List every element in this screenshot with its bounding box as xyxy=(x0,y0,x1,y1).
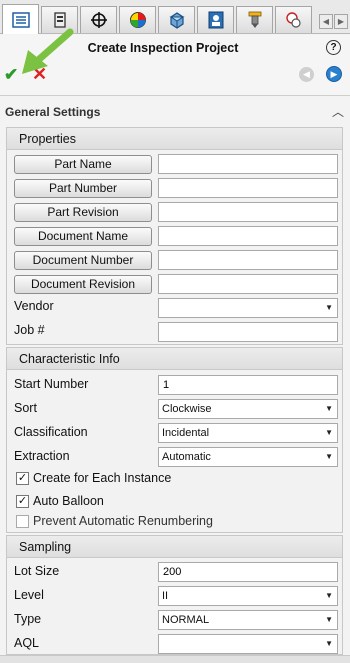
document-name-button[interactable]: Document Name xyxy=(14,227,152,246)
create-each-instance-checkbox[interactable]: ✓ xyxy=(16,472,29,485)
dropdown-arrow-icon: ▼ xyxy=(325,615,333,624)
checkmark-icon: ✓ xyxy=(17,495,28,507)
tab-scroll-arrows: ◀ ▶ xyxy=(319,14,348,29)
dropdown-arrow-icon: ▼ xyxy=(325,404,333,413)
classification-value: Incidental xyxy=(162,427,210,439)
collapse-chevron-icon[interactable]: ︿ xyxy=(332,103,344,120)
previous-page-icon[interactable]: ◀ xyxy=(299,67,314,82)
document-revision-field[interactable] xyxy=(158,274,338,294)
sort-select[interactable]: Clockwise ▼ xyxy=(158,399,338,419)
sort-label: Sort xyxy=(14,401,37,415)
dropdown-arrow-icon: ▼ xyxy=(325,639,333,648)
job-number-field[interactable] xyxy=(158,322,338,342)
crosshair-icon xyxy=(90,12,107,28)
type-select[interactable]: NORMAL ▼ xyxy=(158,610,338,630)
property-manager-icon xyxy=(53,12,66,28)
auto-balloon-label: Auto Balloon xyxy=(33,494,104,508)
dropdown-arrow-icon: ▼ xyxy=(325,591,333,600)
type-value: NORMAL xyxy=(162,614,210,626)
document-number-field[interactable] xyxy=(158,250,338,270)
header-divider xyxy=(0,95,350,96)
document-revision-button[interactable]: Document Revision xyxy=(14,275,152,294)
type-label: Type xyxy=(14,612,42,626)
inspection-icon xyxy=(208,11,223,29)
general-settings-title: General Settings xyxy=(5,105,101,119)
tab-scroll-right-icon[interactable]: ▶ xyxy=(334,14,348,29)
bottom-edge xyxy=(0,655,350,663)
tab-configuration[interactable] xyxy=(80,6,117,33)
appearance-icon xyxy=(129,12,146,28)
extraction-value: Automatic xyxy=(162,451,211,463)
part-revision-field[interactable] xyxy=(158,202,338,222)
part-name-field[interactable] xyxy=(158,154,338,174)
dropdown-arrow-icon: ▼ xyxy=(325,452,333,461)
dropdown-arrow-icon: ▼ xyxy=(325,303,333,312)
properties-group-title: Properties xyxy=(7,128,342,150)
extraction-label: Extraction xyxy=(14,449,70,463)
auto-balloon-checkbox[interactable]: ✓ xyxy=(16,495,29,508)
general-settings-header[interactable]: General Settings ︿ xyxy=(0,101,350,123)
document-name-field[interactable] xyxy=(158,226,338,246)
part-number-field[interactable] xyxy=(158,178,338,198)
start-number-label: Start Number xyxy=(14,377,89,391)
part-name-button[interactable]: Part Name xyxy=(14,155,152,174)
vendor-select[interactable]: ▼ xyxy=(158,298,338,318)
part-revision-button[interactable]: Part Revision xyxy=(14,203,152,222)
classification-select[interactable]: Incidental ▼ xyxy=(158,423,338,443)
prevent-renumbering-label: Prevent Automatic Renumbering xyxy=(33,514,213,528)
lot-size-label: Lot Size xyxy=(14,564,60,578)
feature-tree-icon xyxy=(11,11,30,28)
tab-probe[interactable] xyxy=(236,6,273,33)
job-number-label: Job # xyxy=(14,323,45,337)
classification-label: Classification xyxy=(14,425,88,439)
dimxpert-icon xyxy=(168,12,185,29)
vendor-label: Vendor xyxy=(14,299,54,313)
tab-scroll-left-icon[interactable]: ◀ xyxy=(319,14,333,29)
sampling-title: Sampling xyxy=(7,536,342,558)
dropdown-arrow-icon: ▼ xyxy=(325,428,333,437)
sort-value: Clockwise xyxy=(162,403,212,415)
ok-check-icon[interactable]: ✔ xyxy=(4,65,18,85)
next-page-icon[interactable]: ▶ xyxy=(326,66,342,82)
document-number-button[interactable]: Document Number xyxy=(14,251,152,270)
prevent-renumbering-checkbox[interactable] xyxy=(16,515,29,528)
lot-size-field[interactable] xyxy=(158,562,338,582)
balloon-icon xyxy=(285,12,301,28)
aql-label: AQL xyxy=(14,636,40,650)
aql-select[interactable]: ▼ xyxy=(158,634,338,654)
checkmark-icon: ✓ xyxy=(17,472,28,484)
annotation-arrow-icon xyxy=(22,28,74,74)
characteristic-info-title: Characteristic Info xyxy=(7,348,342,370)
tab-inspection[interactable] xyxy=(197,6,234,33)
extraction-select[interactable]: Automatic ▼ xyxy=(158,447,338,467)
tab-appearance[interactable] xyxy=(119,6,156,33)
start-number-field[interactable] xyxy=(158,375,338,395)
part-number-button[interactable]: Part Number xyxy=(14,179,152,198)
create-each-instance-label: Create for Each Instance xyxy=(33,471,172,485)
tab-dimxpert[interactable] xyxy=(158,6,195,33)
level-label: Level xyxy=(14,588,44,602)
probe-icon xyxy=(248,11,261,28)
level-value: II xyxy=(162,590,169,602)
tab-balloon[interactable] xyxy=(275,6,312,33)
level-select[interactable]: II ▼ xyxy=(158,586,338,606)
help-icon[interactable]: ? xyxy=(326,40,341,55)
